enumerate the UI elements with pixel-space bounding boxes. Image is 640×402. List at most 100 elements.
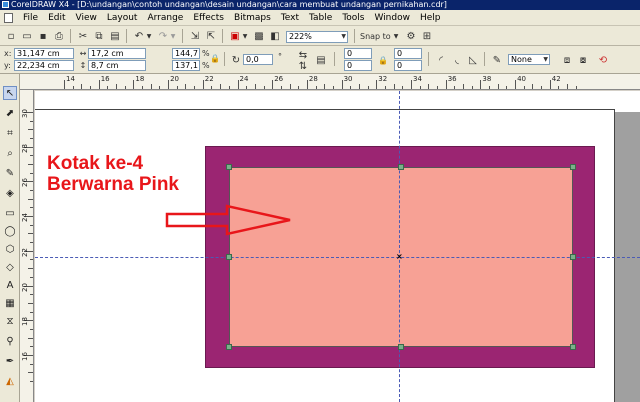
corner-top-left-field[interactable]: 0 xyxy=(344,48,372,59)
ruler-minor-tick xyxy=(30,120,33,122)
zoom-level-select[interactable]: 222% ▼ xyxy=(286,31,348,43)
fill-tool-icon[interactable]: ◭ xyxy=(3,374,17,388)
text-tool-icon[interactable]: A xyxy=(3,278,17,292)
menu-bitmaps[interactable]: Bitmaps xyxy=(229,11,276,25)
shape-tool-icon[interactable]: ⬈ xyxy=(3,106,17,120)
copy-icon[interactable]: ⧉ xyxy=(92,29,106,43)
corner-round-icon[interactable]: ◜ xyxy=(434,53,448,67)
smart-fill-icon[interactable]: ◈ xyxy=(3,186,17,200)
round-corners-lock-icon[interactable]: 🔒 xyxy=(376,53,390,67)
corner-chamfer-icon[interactable]: ◺ xyxy=(466,53,480,67)
menu-tools[interactable]: Tools xyxy=(337,11,369,25)
print-icon[interactable]: ⎙ xyxy=(52,29,66,43)
cut-icon[interactable]: ✂ xyxy=(76,29,90,43)
menu-arrange[interactable]: Arrange xyxy=(142,11,188,25)
ruler-minor-tick xyxy=(30,155,33,157)
zoom-dropdown-icon[interactable]: ▼ xyxy=(341,32,346,41)
welcome-screen-icon[interactable]: ▩ xyxy=(252,29,266,43)
lock-ratio-icon[interactable]: 🔒 xyxy=(210,53,220,63)
corner-scallop-icon[interactable]: ◟ xyxy=(450,53,464,67)
ruler-minor-tick xyxy=(30,363,33,365)
ruler-minor-tick xyxy=(28,233,33,235)
scale-y-field[interactable]: 137,1 xyxy=(172,60,200,71)
new-document-icon[interactable]: ▫ xyxy=(4,29,18,43)
ruler-minor-tick xyxy=(246,86,248,89)
menu-edit[interactable]: Edit xyxy=(43,11,70,25)
horizontal-ruler[interactable]: 14 16 18 20 22 24 26 28 30 32 34 36 38 40 42 xyxy=(20,74,640,90)
outline-dropdown-icon[interactable]: ▼ xyxy=(543,55,548,64)
text-wrap-icon[interactable]: ▤ xyxy=(314,53,328,67)
corner-bottom-right-field[interactable]: 0 xyxy=(394,60,422,71)
interactive-blend-icon[interactable]: ⧖ xyxy=(3,314,17,328)
eyedropper-icon[interactable]: ⚲ xyxy=(3,334,17,348)
selection-handle[interactable] xyxy=(570,254,576,260)
paste-icon[interactable]: ▤ xyxy=(108,29,122,43)
menu-file[interactable]: File xyxy=(18,11,43,25)
export-icon[interactable]: ⇱ xyxy=(204,29,218,43)
snap-options-icon[interactable]: ⊞ xyxy=(420,29,434,43)
to-back-icon[interactable]: ⧇ xyxy=(576,53,590,67)
corel-online-icon[interactable]: ◧ xyxy=(268,29,282,43)
redo-icon[interactable]: ↷ xyxy=(156,29,170,43)
document-icon[interactable] xyxy=(4,12,13,23)
snap-to-dropdown-icon[interactable]: ▼ xyxy=(392,29,400,43)
to-front-icon[interactable]: ⧈ xyxy=(560,53,574,67)
snap-to-button[interactable]: Snap to xyxy=(360,32,391,41)
outline-pen-icon[interactable]: ✒ xyxy=(3,354,17,368)
import-icon[interactable]: ⇲ xyxy=(188,29,202,43)
x-position-field[interactable]: 31,147 cm xyxy=(14,48,74,59)
menu-help[interactable]: Help xyxy=(415,11,446,25)
save-icon[interactable]: ▪ xyxy=(36,29,50,43)
selection-handle[interactable] xyxy=(570,164,576,170)
ruler-label: 26 xyxy=(21,178,29,188)
menu-table[interactable]: Table xyxy=(304,11,337,25)
horizontal-guideline[interactable] xyxy=(35,257,640,258)
selection-handle[interactable] xyxy=(398,344,404,350)
rotation-field[interactable]: 0,0 xyxy=(243,54,273,65)
application-launcher-icon[interactable]: ▣ xyxy=(228,29,242,43)
title-bar: CorelDRAW X4 - [D:\undangan\contoh undan… xyxy=(0,0,640,10)
freehand-tool-icon[interactable]: ✎ xyxy=(3,166,17,180)
height-field[interactable]: 8,7 cm xyxy=(88,60,146,71)
outline-width-select[interactable]: None ▼ xyxy=(508,54,550,65)
undo-dropdown-icon[interactable]: ▼ xyxy=(145,29,153,43)
ruler-minor-tick xyxy=(523,86,525,89)
ellipse-tool-icon[interactable]: ◯ xyxy=(3,224,17,238)
width-field[interactable]: 17,2 cm xyxy=(88,48,146,59)
polygon-tool-icon[interactable]: ⬡ xyxy=(3,242,17,256)
options-icon[interactable]: ⚙ xyxy=(404,29,418,43)
vertical-guideline[interactable] xyxy=(399,91,400,402)
corner-bottom-left-field[interactable]: 0 xyxy=(344,60,372,71)
crop-tool-icon[interactable]: ⌗ xyxy=(3,126,17,140)
pick-tool-icon[interactable]: ↖ xyxy=(3,86,17,100)
selection-handle[interactable] xyxy=(226,254,232,260)
ruler-minor-tick xyxy=(90,86,92,89)
selection-handle[interactable] xyxy=(570,344,576,350)
undo-icon[interactable]: ↶ xyxy=(132,29,146,43)
y-position-field[interactable]: 22,234 cm xyxy=(14,60,74,71)
menu-text[interactable]: Text xyxy=(276,11,304,25)
menu-effects[interactable]: Effects xyxy=(188,11,229,25)
corner-top-right-field[interactable]: 0 xyxy=(394,48,422,59)
rectangle-tool-icon[interactable]: ▭ xyxy=(3,206,17,220)
zoom-tool-icon[interactable]: ⌕ xyxy=(3,146,17,160)
ruler-label: 24 xyxy=(21,213,29,223)
table-tool-icon[interactable]: ▦ xyxy=(3,296,17,310)
redo-dropdown-icon[interactable]: ▼ xyxy=(169,29,177,43)
open-icon[interactable]: ▭ xyxy=(20,29,34,43)
launcher-dropdown-icon[interactable]: ▼ xyxy=(241,29,249,43)
basic-shapes-icon[interactable]: ◇ xyxy=(3,260,17,274)
selection-handle[interactable] xyxy=(398,164,404,170)
drawing-workspace[interactable]: × Kotak ke-4 Berwarna Pink xyxy=(35,91,640,402)
scale-x-field[interactable]: 144,7 xyxy=(172,48,200,59)
vertical-ruler[interactable]: 30 28 26 24 22 20 18 16 xyxy=(20,90,34,402)
menu-view[interactable]: View xyxy=(71,11,102,25)
convert-to-curves-icon[interactable]: ⟲ xyxy=(596,53,610,67)
menu-layout[interactable]: Layout xyxy=(102,11,143,25)
mirror-vertical-icon[interactable]: ⇅ xyxy=(296,60,310,72)
selection-handle[interactable] xyxy=(226,344,232,350)
ruler-minor-tick xyxy=(280,86,282,89)
menu-window[interactable]: Window xyxy=(369,11,415,25)
selection-handle[interactable] xyxy=(226,164,232,170)
standard-toolbar: ▫ ▭ ▪ ⎙ ✂ ⧉ ▤ ↶ ▼ ↷ ▼ ⇲ ⇱ ▣ ▼ ▩ ◧ 222% ▼… xyxy=(0,26,640,46)
